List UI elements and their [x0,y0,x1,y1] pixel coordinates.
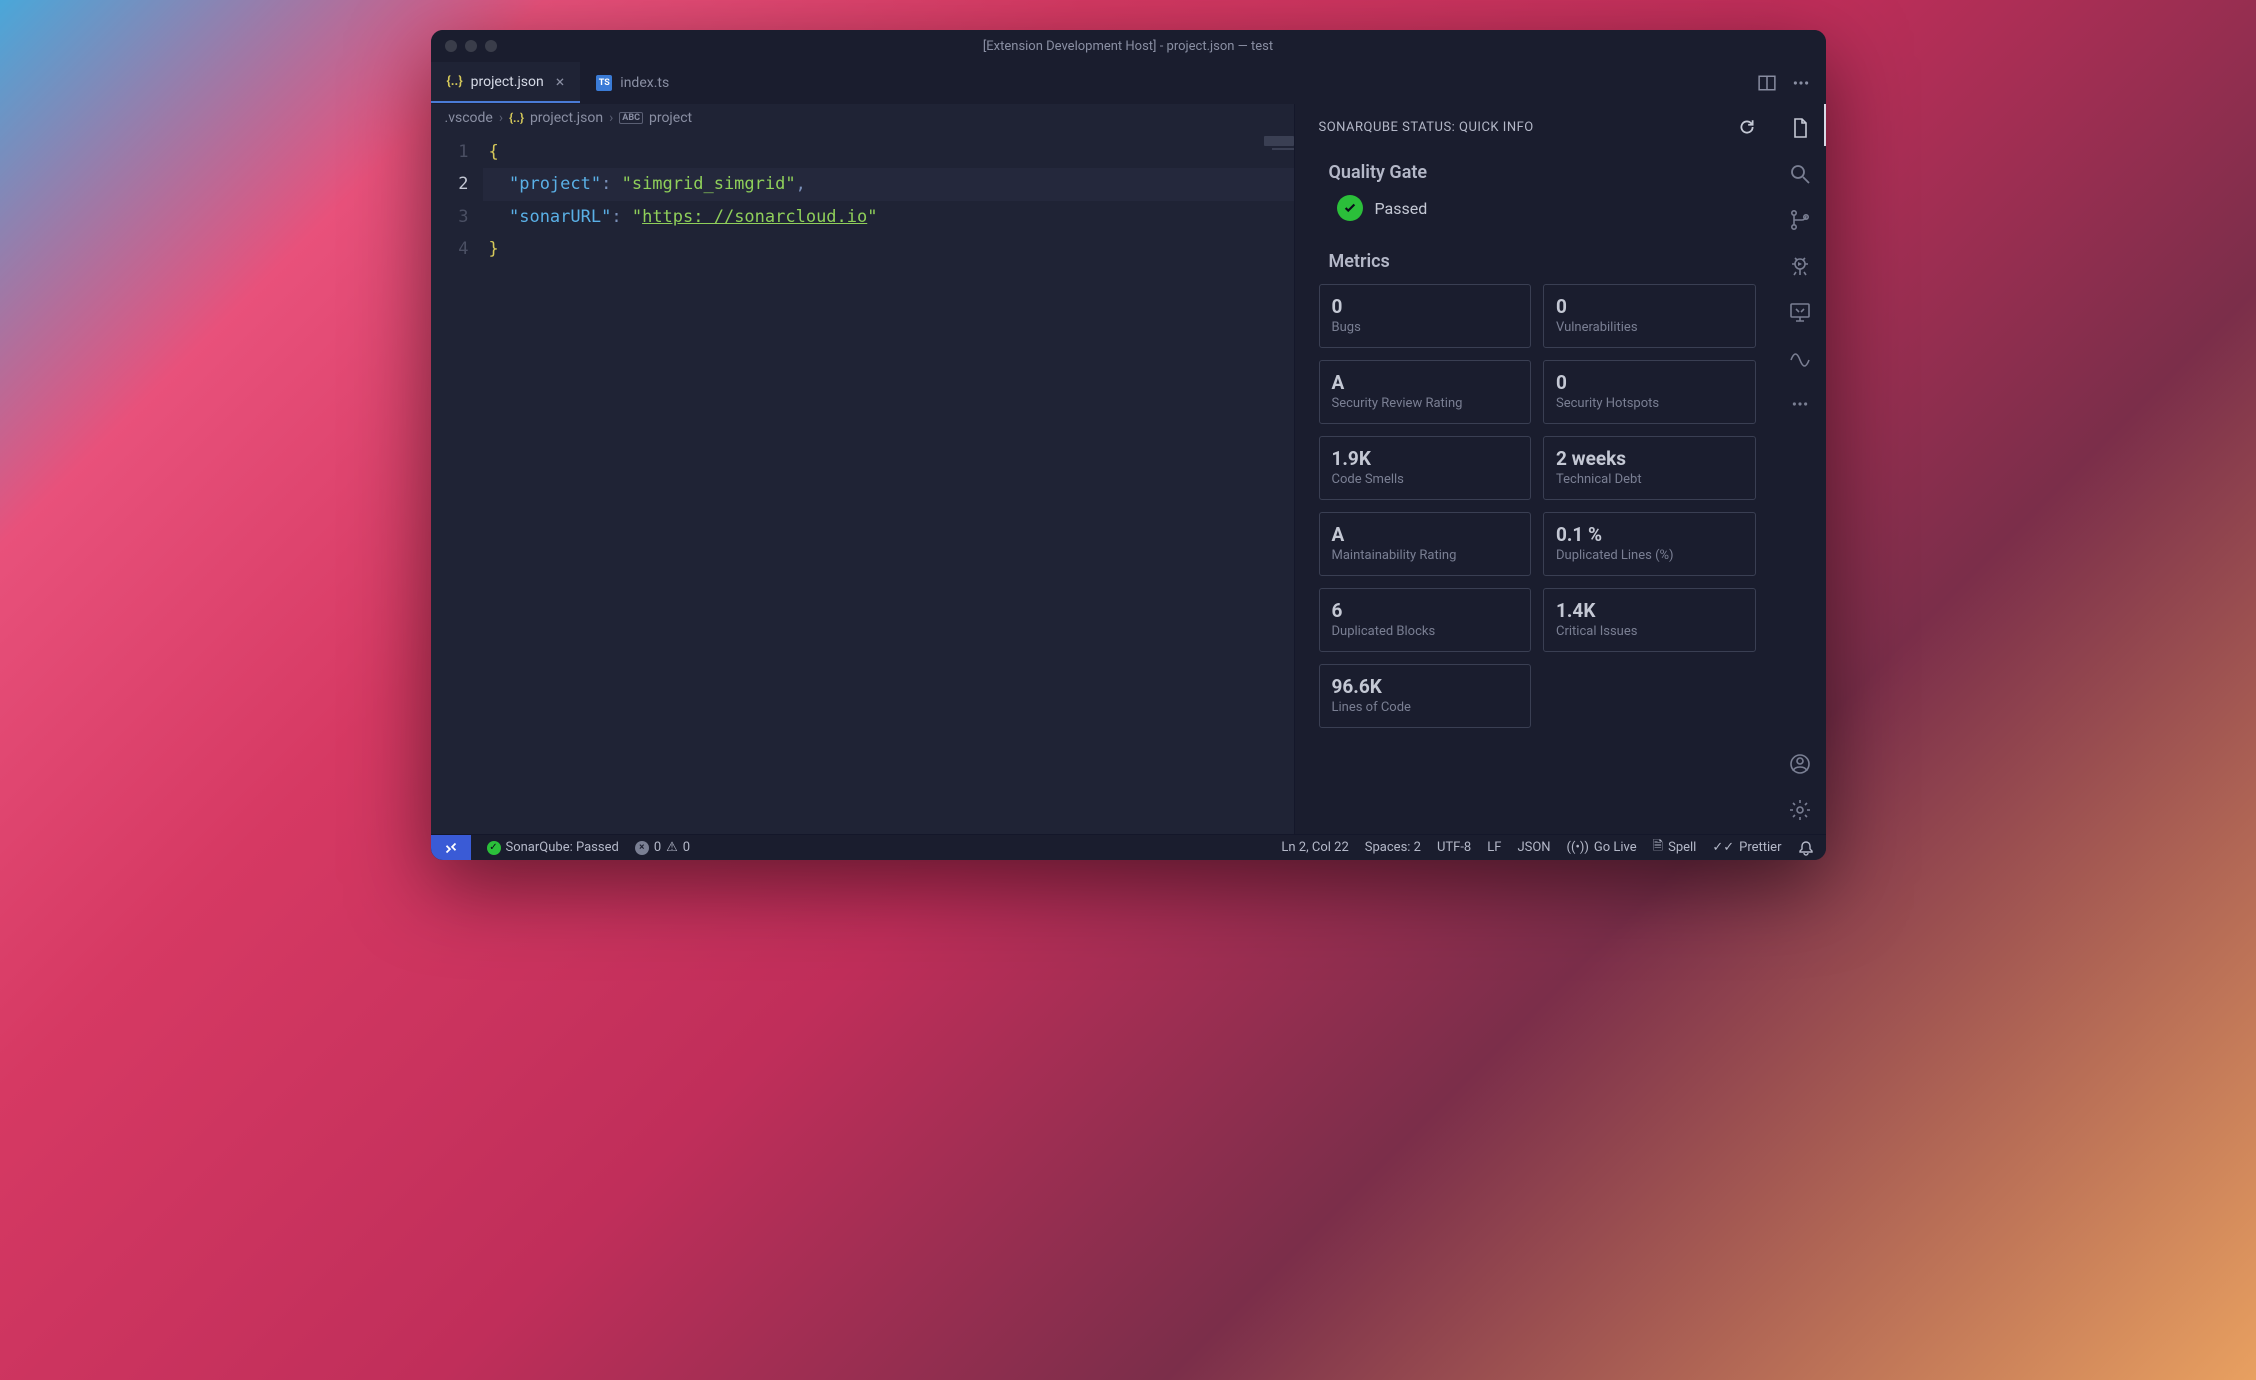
document-icon: 🗎 [1653,837,1663,859]
activity-bar [1774,104,1826,834]
status-problems[interactable]: × 0 ⚠ 0 [635,840,690,855]
metric-code-smells[interactable]: 1.9KCode Smells [1319,436,1532,500]
search-icon[interactable] [1788,162,1812,186]
check-circle-icon: ✓ [487,841,501,855]
quality-gate-heading: Quality Gate [1329,162,1766,183]
metric-critical-issues[interactable]: 1.4KCritical Issues [1543,588,1756,652]
split-editor-icon[interactable] [1758,74,1776,92]
panel-title: SONARQUBE STATUS: QUICK INFO [1319,120,1534,135]
breadcrumb-segment[interactable]: project [649,110,692,126]
sonarqube-panel: SONARQUBE STATUS: QUICK INFO Quality Gat… [1294,104,1774,834]
tab-project-json[interactable]: {..} project.json × [431,62,581,103]
editor-actions [1758,62,1826,103]
sonarlint-icon[interactable] [1788,346,1812,370]
warning-icon: ⚠ [666,840,678,855]
code-lines[interactable]: { "project": "simgrid_simgrid", "sonarUR… [483,136,1294,834]
code-token: { [489,142,499,162]
check-circle-icon [1337,195,1363,221]
tab-label: project.json [471,74,544,90]
metric-security-review[interactable]: ASecurity Review Rating [1319,360,1532,424]
metric-bugs[interactable]: 0Bugs [1319,284,1532,348]
metric-duplicated-blocks[interactable]: 6Duplicated Blocks [1319,588,1532,652]
typescript-file-icon: TS [596,75,612,91]
statusbar: ✓ SonarQube: Passed × 0 ⚠ 0 Ln 2, Col 22… [431,834,1826,860]
more-icon[interactable] [1788,392,1812,416]
line-gutter: 1 2 3 4 [431,136,483,834]
status-language[interactable]: JSON [1517,840,1550,855]
status-spell[interactable]: 🗎 Spell [1653,837,1697,859]
metric-lines-of-code[interactable]: 96.6KLines of Code [1319,664,1532,728]
string-symbol-icon: ABC [619,112,643,124]
status-cursor[interactable]: Ln 2, Col 22 [1281,840,1348,855]
traffic-lights [445,40,497,52]
settings-gear-icon[interactable] [1788,798,1812,822]
explorer-icon[interactable] [1788,116,1812,140]
line-number: 4 [431,233,469,265]
status-sonarqube[interactable]: ✓ SonarQube: Passed [487,840,619,855]
breadcrumb-segment[interactable]: .vscode [445,110,493,126]
editor[interactable]: .vscode › {..} project.json › ABC projec… [431,104,1294,834]
minimap[interactable] [1272,148,1294,150]
metric-security-hotspots[interactable]: 0Security Hotspots [1543,360,1756,424]
status-indent[interactable]: Spaces: 2 [1365,840,1421,855]
active-indicator [1824,104,1826,146]
close-tab-icon[interactable]: × [556,72,565,91]
close-window-icon[interactable] [445,40,457,52]
json-file-icon: {..} [509,111,524,125]
status-prettier[interactable]: ✓✓ Prettier [1712,840,1781,855]
more-actions-icon[interactable] [1792,74,1810,92]
breadcrumb-segment[interactable]: project.json [530,110,603,126]
titlebar: [Extension Development Host] - project.j… [431,30,1826,62]
notifications-icon[interactable] [1798,840,1814,856]
metrics-grid: 0Bugs 0Vulnerabilities ASecurity Review … [1319,284,1766,728]
remote-explorer-icon[interactable] [1788,300,1812,324]
code-token: } [489,239,499,259]
remote-indicator[interactable] [431,835,471,860]
line-number: 3 [431,201,469,233]
vscode-window: [Extension Development Host] - project.j… [431,30,1826,860]
minimap[interactable] [1264,136,1294,146]
metric-maintainability[interactable]: AMaintainability Rating [1319,512,1532,576]
line-number: 1 [431,136,469,168]
metric-technical-debt[interactable]: 2 weeksTechnical Debt [1543,436,1756,500]
error-icon: × [635,841,649,855]
status-eol[interactable]: LF [1487,840,1501,855]
breadcrumbs[interactable]: .vscode › {..} project.json › ABC projec… [431,104,1294,132]
tab-label: index.ts [620,75,669,91]
accounts-icon[interactable] [1788,752,1812,776]
minimize-window-icon[interactable] [465,40,477,52]
status-encoding[interactable]: UTF-8 [1437,840,1471,855]
chevron-right-icon: › [609,110,613,126]
metrics-heading: Metrics [1329,251,1766,272]
editor-tabs: {..} project.json × TS index.ts [431,62,1826,104]
line-number: 2 [431,168,469,200]
quality-gate-status: Passed [1337,195,1766,221]
code-token: " [632,207,642,227]
code-token: " [867,207,877,227]
refresh-icon[interactable] [1738,118,1756,136]
json-file-icon: {..} [447,74,463,89]
code-token: "project" [509,174,601,194]
code-token: "sonarURL" [509,207,611,227]
tab-index-ts[interactable]: TS index.ts [580,62,685,103]
code-area[interactable]: 1 2 3 4 { "project": "simgrid_simgrid", … [431,132,1294,834]
zoom-window-icon[interactable] [485,40,497,52]
source-control-icon[interactable] [1788,208,1812,232]
broadcast-icon: ((•)) [1567,840,1589,855]
metric-duplicated-lines[interactable]: 0.1 %Duplicated Lines (%) [1543,512,1756,576]
quality-gate-text: Passed [1375,199,1428,218]
status-golive[interactable]: ((•)) Go Live [1567,840,1637,855]
metric-vulnerabilities[interactable]: 0Vulnerabilities [1543,284,1756,348]
chevron-right-icon: › [499,110,503,126]
window-title: [Extension Development Host] - project.j… [431,39,1826,54]
code-token: "simgrid_simgrid" [622,174,796,194]
run-debug-icon[interactable] [1788,254,1812,278]
double-check-icon: ✓✓ [1712,840,1734,855]
code-url[interactable]: https: //sonarcloud.io [642,207,867,227]
